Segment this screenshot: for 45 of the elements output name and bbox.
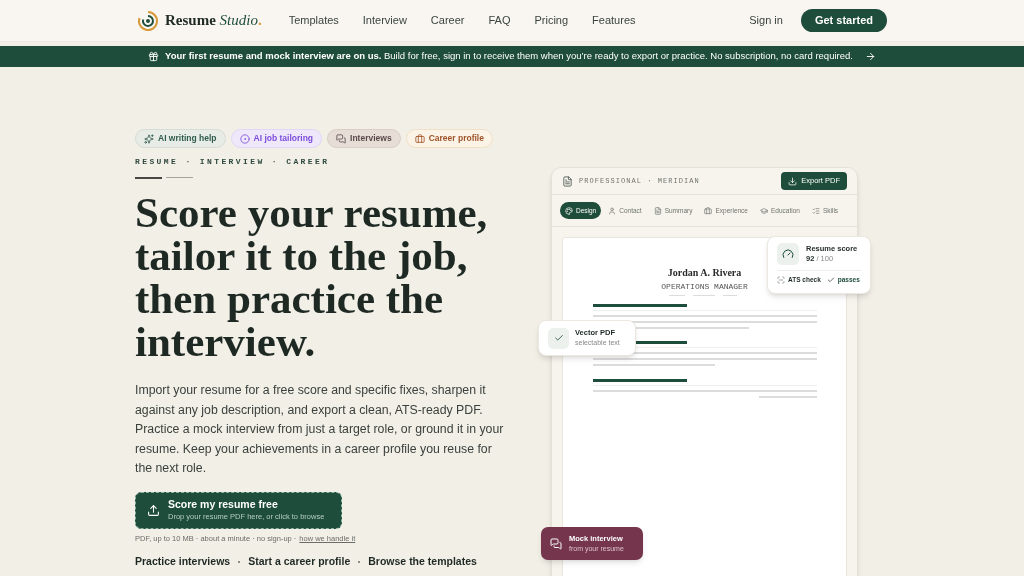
headline: Score your resume, tailor it to the job, then practice the interview. [135,191,489,363]
secondary-link[interactable]: Practice interviews [135,553,231,570]
scan-icon [777,275,785,284]
gift-icon [148,51,160,62]
check-icon [553,333,564,343]
logo-text[interactable]: Resume Studio. [165,9,262,32]
briefcase-icon [704,206,713,215]
nav-link[interactable]: Pricing [534,12,569,29]
user-icon [608,206,617,215]
target-icon [239,133,250,144]
upload-icon [147,503,160,517]
get-started-button[interactable]: Get started [800,9,887,32]
sparkle-icon [144,133,154,144]
chat-icon [550,537,562,550]
palette-icon [565,206,573,215]
download-icon [788,176,798,186]
eyebrow-text: RESUME · INTERVIEW · CAREER [135,156,331,168]
nav-link[interactable]: Features [592,12,636,29]
sign-in-link[interactable]: Sign in [749,12,783,29]
upload-title: Score my resume free [168,498,279,511]
nav-link[interactable]: Templates [288,12,339,29]
feature-chip[interactable]: Interviews [327,129,401,148]
secondary-link[interactable]: Browse the templates [368,553,477,570]
graduation-cap-icon [760,206,768,215]
check-icon [826,275,835,284]
document-icon [562,175,573,187]
feature-chip[interactable]: AI writing help [135,129,226,148]
intro-paragraph: Import your resume for a free score and specific fixes, sharpen it against any job description, and export a clean, ATS-ready PDF. Practice a mock interview from just a target role, or ground it in your resume. Keep your achievements in a career profile you reuse for the next role. [135,382,505,477]
list-icon [811,206,820,215]
chat-icon [336,133,347,144]
resume-name: Jordan A. Rivera [667,266,742,280]
nav-link[interactable]: Career [430,12,465,29]
feature-chip[interactable]: AI job tailoring [230,129,323,148]
nav-link[interactable]: FAQ [488,12,511,29]
banner-text: Your first resume and mock interview are on us. Build for free, sign in to receive them when you’re ready to export or practice. No subscription, no card required. [165,49,853,64]
briefcase-icon [414,133,425,144]
arrow-right-icon [864,51,876,62]
document-icon [653,206,662,215]
resume-role: OPERATIONS MANAGER [661,282,748,291]
logo-icon [137,9,159,32]
promo-banner[interactable]: Your first resume and mock interview are on us. Build for free, sign in to receive them when you’re ready to export or practice. No subscription, no card required. [0,46,1024,67]
feature-chip[interactable]: Career profile [405,129,493,148]
gauge-icon [782,248,794,260]
secondary-link[interactable]: Start a career profile [248,553,351,570]
nav-link[interactable]: Interview [362,12,407,29]
